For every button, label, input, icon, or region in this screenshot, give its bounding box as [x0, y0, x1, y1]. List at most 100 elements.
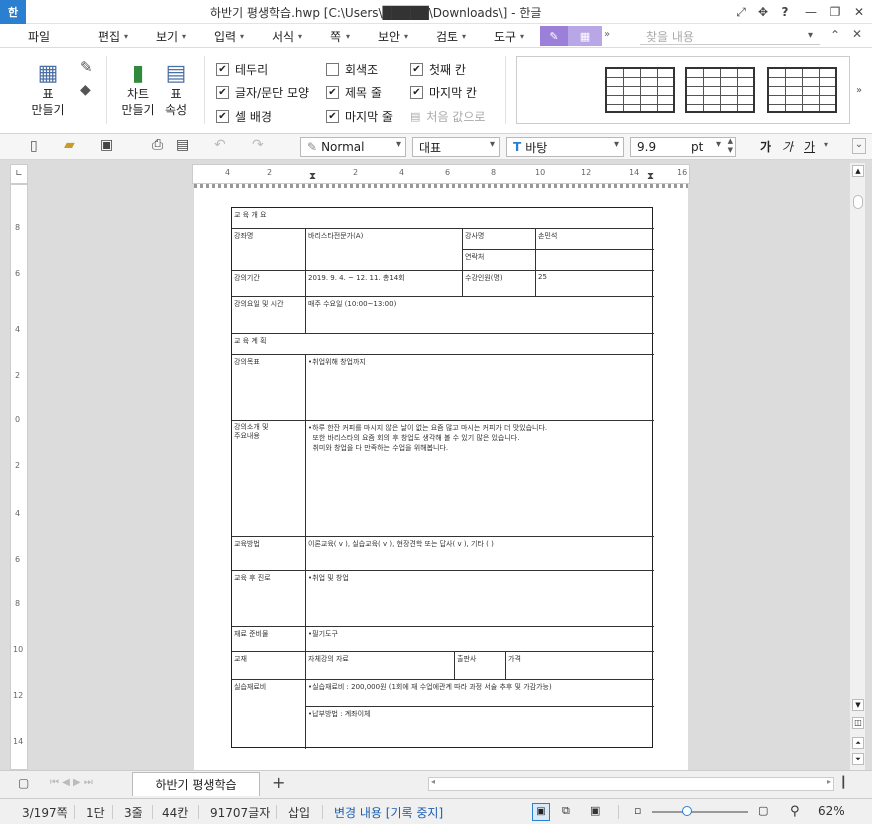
underline-button[interactable]: 가 [804, 138, 815, 155]
insert-mode[interactable]: 삽입 [288, 804, 310, 821]
toolbar-collapse-icon[interactable]: ⌄ [852, 138, 866, 154]
menu-insert[interactable]: 입력 [214, 28, 236, 45]
content-line-3[interactable]: 취미와 창업을 다 만족하는 수업을 위해봅니다. [306, 441, 450, 455]
tab-type-icon[interactable]: ∟ [10, 164, 28, 184]
minimize-icon[interactable]: — [800, 3, 822, 21]
table-design-tab-icon[interactable]: ✎ [540, 26, 568, 46]
goal-value[interactable]: •취업위해 창업까지 [306, 355, 368, 369]
new-document-icon[interactable]: ▯ [30, 138, 38, 154]
table-style-none[interactable] [525, 67, 591, 113]
open-folder-icon[interactable]: ▰ [64, 137, 75, 153]
next-page-icon[interactable]: ⏷ [852, 753, 864, 765]
zoom-level[interactable]: 62% [818, 804, 845, 818]
page-view-icon[interactable]: ◫ [852, 717, 864, 729]
header-row-checkbox[interactable]: 제목 줄 [326, 84, 382, 101]
help-icon[interactable]: ? [774, 3, 796, 21]
capacity-value[interactable]: 25 [536, 271, 549, 283]
more-menus-icon[interactable]: » [604, 29, 610, 40]
zoom-out-icon[interactable]: ▫ [634, 804, 641, 817]
cell-background-checkbox[interactable]: 셀 배경 [216, 108, 272, 125]
print-icon[interactable]: ⎙ [152, 137, 163, 153]
materials-value[interactable]: •필기도구 [306, 627, 340, 641]
add-tab-button[interactable]: + [272, 773, 285, 792]
method-value[interactable]: 이론교육( v ), 실습교육( v ), 현장견학 또는 답사( v ), 기… [306, 537, 496, 551]
style-select[interactable]: ✎ Normal ▾ [300, 137, 406, 157]
zoom-slider-thumb[interactable] [682, 806, 692, 816]
create-table-button[interactable]: ▦ 표 만들기 [26, 62, 70, 118]
gallery-more-icon[interactable]: » [852, 56, 866, 124]
para-style-select[interactable]: 대표 ▾ [412, 137, 500, 157]
save-icon[interactable]: ▣ [100, 137, 113, 153]
menu-review[interactable]: 검토 [436, 28, 458, 45]
redo-icon[interactable]: ↷ [252, 137, 264, 153]
reset-default-button[interactable]: ▤ 처음 값으로 [410, 108, 485, 125]
menu-security[interactable]: 보안 [378, 28, 400, 45]
char-para-shape-checkbox[interactable]: 글자/문단 모양 [216, 84, 309, 101]
menu-format[interactable]: 서식 [272, 28, 294, 45]
app-logo-icon[interactable]: 한 [0, 0, 26, 24]
cost-line-1[interactable]: •실습재료비 : 200,000원 (1회에 재 수업에관계 따라 과정 서술 … [306, 680, 554, 694]
draw-table-icon[interactable]: ✎ [80, 58, 93, 76]
scroll-down-icon[interactable]: ▼ [852, 699, 864, 711]
split-bar-icon[interactable]: ┃ [840, 776, 847, 789]
collapse-ribbon-icon[interactable]: ⌃ [830, 28, 840, 42]
draft-layout-icon[interactable]: ▣ [590, 804, 600, 817]
preview-icon[interactable]: ▤ [176, 137, 189, 153]
prev-page-icon[interactable]: ⏶ [852, 737, 864, 749]
table-layout-tab-icon[interactable]: ▦ [568, 26, 602, 46]
course-table[interactable]: 교 육 개 요 강좌명 바리스타전문가(A) 강사명 손민석 연락처 강의기간 … [231, 207, 654, 749]
period-value[interactable]: 2019. 9. 4. ~ 12. 11. 총14회 [306, 271, 407, 285]
undo-icon[interactable]: ↶ [214, 137, 226, 153]
last-row-checkbox[interactable]: 마지막 줄 [326, 108, 393, 125]
tab-nav-icon[interactable]: ⏮ ◀ ▶ ⏭ [50, 777, 93, 788]
textbook-value[interactable]: 자체강의 자료 [306, 652, 351, 666]
erase-table-icon[interactable]: ◆ [80, 82, 91, 98]
menu-view[interactable]: 보기 [156, 28, 178, 45]
close-doc-icon[interactable]: ✕ [852, 27, 862, 41]
track-changes-status[interactable]: 변경 내용 [기록 중지] [334, 804, 443, 821]
search-input[interactable]: 찾을 내용 [646, 28, 694, 45]
document-page[interactable]: 교 육 개 요 강좌명 바리스타전문가(A) 강사명 손민석 연락처 강의기간 … [194, 184, 688, 770]
after-value[interactable]: •취업 및 창업 [306, 571, 351, 585]
indent-marker-icon[interactable]: ⧗ [309, 171, 316, 182]
table-style-grid-3[interactable] [767, 67, 837, 113]
course-value[interactable]: 바리스타전문가(A) [306, 229, 365, 243]
font-select[interactable]: T 바탕 ▾ [506, 137, 624, 157]
zoom-icon[interactable]: ⚲ [790, 804, 800, 819]
menu-tools[interactable]: 도구 [494, 28, 516, 45]
table-style-grid-1[interactable] [605, 67, 675, 113]
cost-line-2[interactable]: •납부방법 : 계좌이체 [306, 707, 372, 721]
menu-page[interactable]: 쪽 [330, 28, 341, 45]
menu-file[interactable]: 파일 [28, 28, 50, 45]
grayscale-checkbox[interactable]: 회색조 [326, 61, 378, 78]
tab-document[interactable]: 하반기 평생학습 [132, 772, 260, 796]
border-checkbox[interactable]: 테두리 [216, 61, 268, 78]
menu-edit[interactable]: 편집 [98, 28, 120, 45]
scroll-thumb[interactable] [853, 195, 863, 209]
split-icon[interactable]: ✥ [752, 3, 774, 21]
chevron-down-icon[interactable]: ▾ [824, 140, 828, 149]
close-icon[interactable]: ✕ [848, 3, 870, 21]
create-chart-button[interactable]: ▮ 차트 만들기 [116, 62, 160, 118]
tab-list-icon[interactable]: ▢ [18, 776, 29, 790]
italic-button[interactable]: 가 [782, 138, 793, 155]
table-style-grid-2[interactable] [685, 67, 755, 113]
right-margin-marker-icon[interactable]: ⧗ [647, 171, 654, 182]
web-layout-icon[interactable]: ⧉ [562, 804, 570, 818]
horizontal-ruler[interactable]: 4 2 2 4 6 8 10 12 14 16 ⧗ ⧗ [192, 164, 690, 184]
last-column-checkbox[interactable]: 마지막 칸 [410, 84, 477, 101]
instructor-value[interactable]: 손민석 [536, 229, 559, 243]
font-size-input[interactable]: 9.9 pt ▾ ▲ ▼ [630, 137, 736, 157]
page-layout-icon[interactable]: ▣ [532, 803, 550, 821]
vertical-ruler[interactable]: 8 6 4 2 0 2 4 6 8 10 12 14 [10, 184, 28, 770]
first-column-checkbox[interactable]: 첫째 칸 [410, 61, 466, 78]
vertical-scrollbar[interactable]: ▲ ▼ ◫ ⏶ ⏷ [849, 163, 865, 770]
scroll-left-icon[interactable]: ◂ [431, 777, 435, 786]
scroll-up-icon[interactable]: ▲ [852, 165, 864, 177]
search-dropdown-icon[interactable]: ▾ [808, 30, 813, 41]
full-screen-icon[interactable]: ⤢ [730, 3, 752, 21]
table-properties-button[interactable]: ▤ 표 속성 [158, 62, 194, 118]
restore-icon[interactable]: ❐ [824, 3, 846, 21]
size-stepper-icon[interactable]: ▲ ▼ [728, 137, 733, 155]
horizontal-scrollbar[interactable]: ◂ ▸ [428, 777, 834, 791]
